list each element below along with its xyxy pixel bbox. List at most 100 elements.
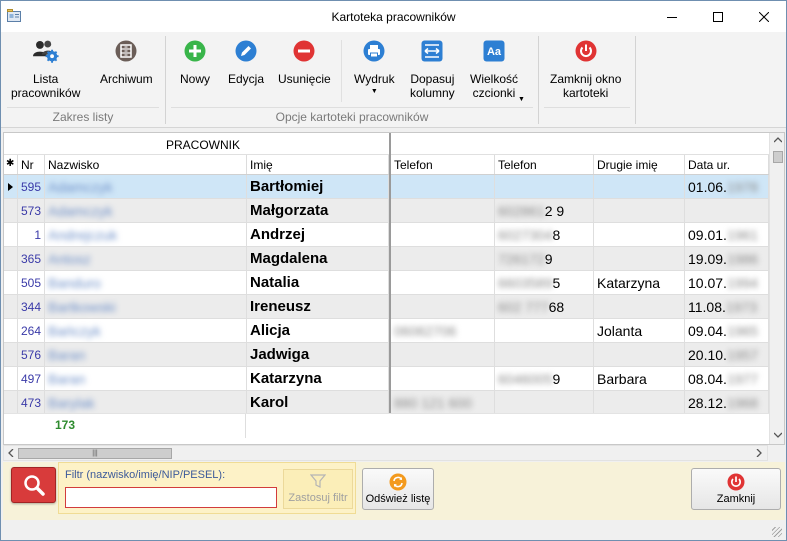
vertical-scrollbar[interactable] — [769, 133, 784, 444]
col-header-telefon-1[interactable]: Telefon — [391, 155, 495, 175]
cell-tel1[interactable] — [391, 175, 495, 199]
cell-nazwisko[interactable]: Adamczyk — [45, 199, 247, 223]
cell-tel2[interactable]: 602 77768 — [495, 295, 594, 319]
scroll-right-icon[interactable] — [756, 449, 762, 457]
scroll-left-icon[interactable] — [8, 449, 14, 457]
row-indicator[interactable] — [4, 175, 18, 199]
cell-tel2[interactable] — [495, 343, 594, 367]
cell-imie[interactable]: Bartłomiej — [247, 175, 389, 199]
vertical-scroll-thumb[interactable] — [773, 151, 783, 163]
cell-tel1[interactable] — [391, 295, 495, 319]
cell-tel1[interactable]: 06062706 — [391, 319, 495, 343]
cell-tel1[interactable] — [391, 343, 495, 367]
scroll-down-icon[interactable] — [774, 432, 782, 438]
close-window-button[interactable] — [741, 1, 787, 32]
cell-data[interactable]: 28.12.1968 — [685, 391, 769, 415]
cell-nazwisko[interactable]: Barylak — [45, 391, 247, 415]
horizontal-scroll-thumb[interactable]: ||| — [18, 448, 172, 459]
cell-imie[interactable]: Jadwiga — [247, 343, 389, 367]
resize-grip-icon[interactable] — [772, 527, 782, 537]
row-indicator[interactable] — [4, 271, 18, 295]
table-row[interactable]: 576 Baran Jadwiga 20.10.1957 — [4, 343, 769, 367]
cell-nazwisko[interactable]: Bartkowski — [45, 295, 247, 319]
cell-imie[interactable]: Andrzej — [247, 223, 389, 247]
table-row[interactable]: 473 Barylak Karol 880 121 600 28.12.1968 — [4, 391, 769, 415]
zamknij-okno-button[interactable]: Zamknij okno kartoteki — [550, 38, 621, 100]
cell-imie[interactable]: Magdalena — [247, 247, 389, 271]
row-indicator[interactable] — [4, 295, 18, 319]
cell-drugie[interactable]: Jolanta — [594, 319, 685, 343]
cell-data[interactable]: 20.10.1957 — [685, 343, 769, 367]
cell-drugie[interactable] — [594, 343, 685, 367]
row-indicator[interactable] — [4, 391, 18, 415]
cell-drugie[interactable] — [594, 199, 685, 223]
cell-data[interactable]: 01.06.1978 — [685, 175, 769, 199]
cell-tel1[interactable] — [391, 247, 495, 271]
cell-imie[interactable]: Małgorzata — [247, 199, 389, 223]
cell-tel2[interactable] — [495, 391, 594, 415]
cell-data[interactable]: 08.04.1977 — [685, 367, 769, 391]
cell-nr[interactable]: 505 — [18, 271, 45, 295]
cell-nazwisko[interactable]: Baran — [45, 367, 247, 391]
table-row[interactable]: 365 Antosz Magdalena 7261729 19.09.1986 — [4, 247, 769, 271]
cell-drugie[interactable] — [594, 175, 685, 199]
cell-imie[interactable]: Katarzyna — [247, 367, 389, 391]
cell-tel2[interactable] — [495, 319, 594, 343]
cell-nr[interactable]: 473 — [18, 391, 45, 415]
table-row[interactable]: 497 Baran Katarzyna 60460059 Barbara 08.04.19… — [4, 367, 769, 391]
cell-tel1[interactable] — [391, 199, 495, 223]
cell-tel2[interactable]: 7261729 — [495, 247, 594, 271]
cell-tel1[interactable] — [391, 223, 495, 247]
cell-drugie[interactable]: Katarzyna — [594, 271, 685, 295]
row-indicator[interactable] — [4, 343, 18, 367]
col-header-telefon-2[interactable]: Telefon — [495, 155, 594, 175]
cell-tel2[interactable] — [495, 175, 594, 199]
col-header-imie[interactable]: Imię — [247, 155, 389, 175]
table-row[interactable]: 1 Andrejczuk Andrzej 60273048 09.01.1961 — [4, 223, 769, 247]
minimize-button[interactable] — [649, 1, 695, 32]
cell-imie[interactable]: Karol — [247, 391, 389, 415]
table-row[interactable]: 595 Adamczyk Bartłomiej 01.06.1978 — [4, 175, 769, 199]
edycja-button[interactable]: Edycja — [228, 38, 264, 86]
row-indicator[interactable] — [4, 367, 18, 391]
usuniecie-button[interactable]: Usunięcie — [278, 38, 331, 86]
table-row[interactable]: 573 Adamczyk Małgorzata 6028612 9 — [4, 199, 769, 223]
cell-drugie[interactable] — [594, 391, 685, 415]
dopasuj-kolumny-button[interactable]: Dopasuj kolumny — [410, 38, 455, 100]
cell-tel2[interactable]: 6028612 9 — [495, 199, 594, 223]
refresh-list-button[interactable]: Odśwież listę — [362, 468, 434, 510]
cell-nazwisko[interactable]: Adamczyk — [45, 175, 247, 199]
cell-data[interactable]: 19.09.1986 — [685, 247, 769, 271]
row-indicator[interactable] — [4, 199, 18, 223]
col-header-data-ur[interactable]: Data ur. — [685, 155, 769, 175]
cell-imie[interactable]: Alicja — [247, 319, 389, 343]
cell-drugie[interactable]: Barbara — [594, 367, 685, 391]
cell-tel1[interactable] — [391, 367, 495, 391]
wielkosc-czcionki-button[interactable]: Aa Wielkość czcionki ▼ — [470, 38, 525, 103]
filter-input[interactable] — [65, 487, 277, 508]
table-row[interactable]: 344 Bartkowski Ireneusz 602 77768 11.08.1973 — [4, 295, 769, 319]
col-header-nazwisko[interactable]: Nazwisko — [45, 155, 247, 175]
scroll-up-icon[interactable] — [774, 137, 782, 143]
apply-filter-button[interactable]: Zastosuj filtr — [283, 469, 353, 509]
cell-data[interactable]: 09.04.1965 — [685, 319, 769, 343]
cell-tel2[interactable]: 66035895 — [495, 271, 594, 295]
col-header-drugie-imie[interactable]: Drugie imię — [594, 155, 685, 175]
table-row[interactable]: 505 Banduro Natalia 66035895 Katarzyna 10.07.… — [4, 271, 769, 295]
cell-imie[interactable]: Ireneusz — [247, 295, 389, 319]
cell-tel1[interactable]: 880 121 600 — [391, 391, 495, 415]
table-row[interactable]: 264 Bańczyk Alicja 06062706 Jolanta 09.04.196… — [4, 319, 769, 343]
cell-nazwisko[interactable]: Baran — [45, 343, 247, 367]
cell-nazwisko[interactable]: Bańczyk — [45, 319, 247, 343]
cell-nr[interactable]: 497 — [18, 367, 45, 391]
cell-nr[interactable]: 344 — [18, 295, 45, 319]
search-button[interactable] — [11, 467, 56, 503]
cell-nr[interactable]: 576 — [18, 343, 45, 367]
col-header-nr[interactable]: Nr — [18, 155, 45, 175]
cell-data[interactable] — [685, 199, 769, 223]
row-indicator[interactable] — [4, 247, 18, 271]
wydruk-button[interactable]: Wydruk ▼ — [354, 38, 395, 96]
row-indicator[interactable] — [4, 319, 18, 343]
row-indicator[interactable] — [4, 223, 18, 247]
archiwum-button[interactable]: Archiwum — [100, 38, 153, 86]
